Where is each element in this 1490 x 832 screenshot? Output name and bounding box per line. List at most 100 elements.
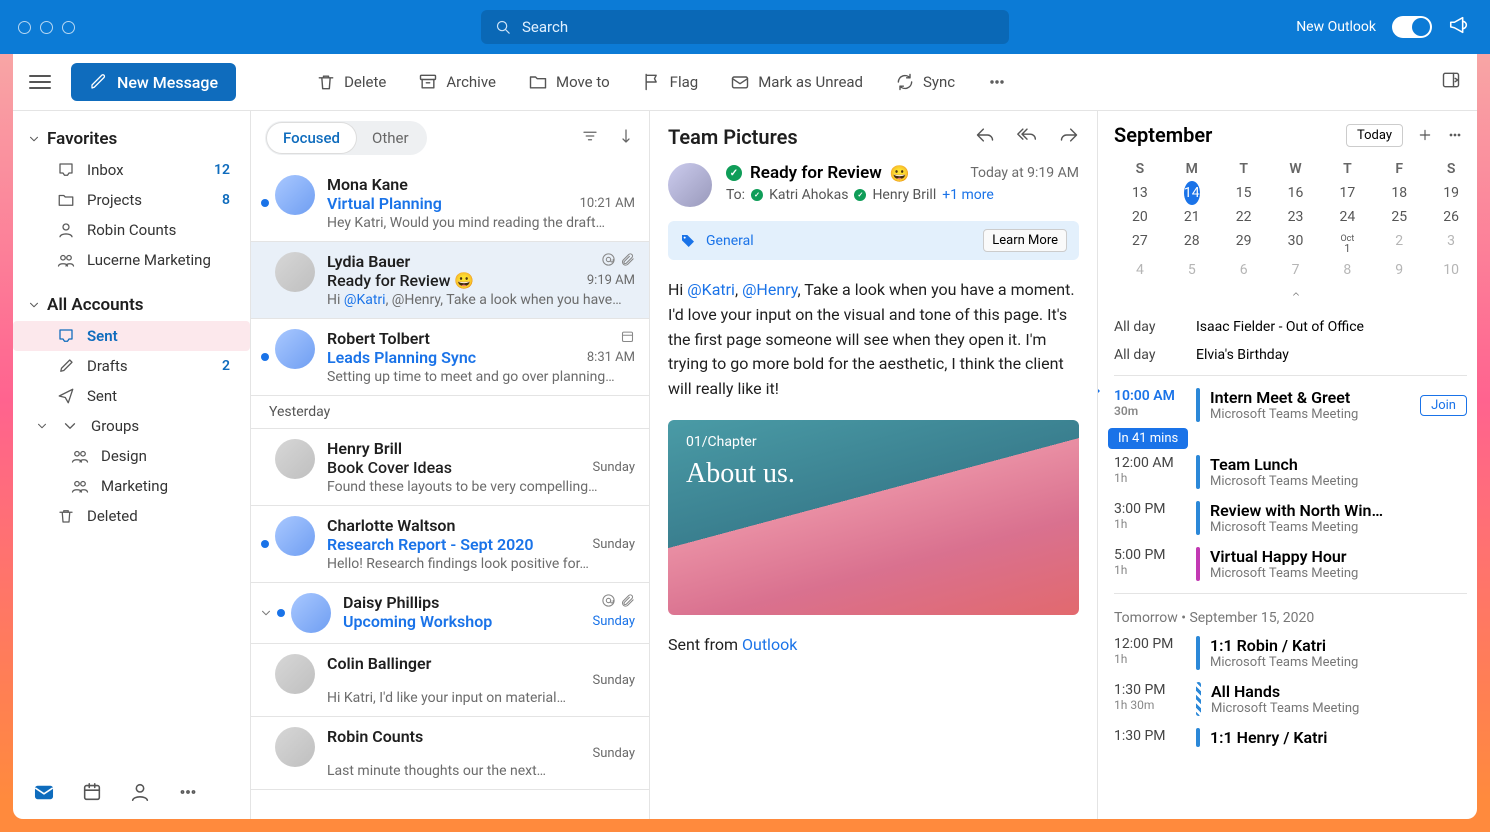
archive-button[interactable]: Archive (412, 71, 502, 93)
calendar-day[interactable]: 25 (1373, 205, 1425, 229)
calendar-day[interactable]: 18 (1373, 181, 1425, 205)
sort-icon[interactable] (617, 127, 635, 149)
search-input[interactable]: Search (481, 10, 1009, 44)
message-item[interactable]: Colin BallingerSundayHi Katri, I'd like … (251, 644, 649, 717)
sidebar-item-marketing[interactable]: Marketing (13, 471, 250, 501)
calendar-day[interactable]: 16 (1270, 181, 1322, 205)
calendar-day[interactable]: 23 (1270, 205, 1322, 229)
calendar-day[interactable]: 14 (1166, 181, 1218, 205)
new-outlook-toggle[interactable] (1392, 16, 1432, 38)
calendar-options-icon[interactable] (1447, 127, 1463, 143)
mention[interactable]: @Katri (687, 280, 735, 299)
calendar-day[interactable]: 27 (1114, 229, 1166, 258)
today-button[interactable]: Today (1346, 124, 1403, 147)
signature-link[interactable]: Outlook (742, 635, 797, 654)
people-nav-icon[interactable] (129, 781, 151, 807)
agenda-event[interactable]: 1:30 PM1:1 Henry / Katri (1114, 722, 1467, 753)
calendar-day[interactable]: 21 (1166, 205, 1218, 229)
window-controls[interactable] (18, 21, 75, 34)
tab-other[interactable]: Other (356, 123, 425, 153)
calendar-day[interactable]: 20 (1114, 205, 1166, 229)
move-to-button[interactable]: Move to (522, 71, 616, 93)
reply-icon[interactable] (975, 125, 995, 149)
calendar-day[interactable]: 3 (1425, 229, 1477, 258)
calendar-day[interactable]: 22 (1218, 205, 1270, 229)
allday-event[interactable]: All dayIsaac Fielder - Out of Office (1114, 313, 1467, 341)
sidebar-item-lucerne-marketing[interactable]: Lucerne Marketing (13, 245, 250, 275)
sidebar-item-groups[interactable]: Groups (13, 411, 250, 441)
calendar-day[interactable]: 30 (1270, 229, 1322, 258)
agenda-event[interactable]: 10:00 AM30mIntern Meet & GreetMicrosoft … (1114, 382, 1467, 428)
agenda-event[interactable]: 3:00 PM1hReview with North Win…Microsoft… (1114, 495, 1467, 541)
filter-icon[interactable] (581, 127, 599, 149)
month-grid[interactable]: SMTWTFS131415161718192021222324252627282… (1114, 157, 1477, 282)
sidebar-item-robin-counts[interactable]: Robin Counts (13, 215, 250, 245)
reply-all-icon[interactable] (1017, 125, 1037, 149)
mention[interactable]: @Henry (742, 280, 797, 299)
calendar-nav-icon[interactable] (81, 781, 103, 807)
sidebar-item-design[interactable]: Design (13, 441, 250, 471)
calendar-day[interactable]: 4 (1114, 258, 1166, 282)
sidebar-item-inbox[interactable]: Inbox12 (13, 155, 250, 185)
message-item[interactable]: Charlotte WaltsonResearch Report - Sept … (251, 506, 649, 583)
feedback-icon[interactable] (1448, 14, 1470, 40)
calendar-day[interactable]: 2 (1373, 229, 1425, 258)
delete-button[interactable]: Delete (310, 71, 392, 93)
calendar-day[interactable]: 8 (1321, 258, 1373, 282)
calendar-day[interactable]: 6 (1218, 258, 1270, 282)
new-message-button[interactable]: New Message (71, 63, 236, 101)
message-item[interactable]: Henry BrillBook Cover IdeasSundayFound t… (251, 429, 649, 506)
calendar-day[interactable]: Oct1 (1321, 229, 1373, 258)
calendar-day[interactable]: 26 (1425, 205, 1477, 229)
sidebar-item-drafts[interactable]: Drafts2 (13, 351, 250, 381)
recipient[interactable]: Henry Brill (872, 187, 936, 203)
calendar-day[interactable]: 29 (1218, 229, 1270, 258)
mail-nav-icon[interactable] (33, 781, 55, 807)
message-item[interactable]: Lydia BauerReady for Review 😀9:19 AMHi @… (251, 242, 649, 319)
tag-name[interactable]: General (706, 233, 754, 249)
message-item[interactable]: Robin CountsSundayLast minute thoughts o… (251, 717, 649, 790)
more-actions-button[interactable] (981, 71, 1013, 93)
forward-icon[interactable] (1059, 125, 1079, 149)
calendar-day[interactable]: 13 (1114, 181, 1166, 205)
calendar-day[interactable]: 5 (1166, 258, 1218, 282)
agenda-event[interactable]: 12:00 AM1hTeam LunchMicrosoft Teams Meet… (1114, 449, 1467, 495)
calendar-day[interactable]: 19 (1425, 181, 1477, 205)
calendar-day[interactable]: 10 (1425, 258, 1477, 282)
allday-event[interactable]: All dayElvia's Birthday (1114, 341, 1467, 369)
sidebar-item-deleted[interactable]: Deleted (13, 501, 250, 531)
sidebar-item-projects[interactable]: Projects8 (13, 185, 250, 215)
agenda-event[interactable]: 1:30 PM1h 30mAll HandsMicrosoft Teams Me… (1114, 676, 1467, 722)
more-nav-icon[interactable] (177, 781, 199, 807)
calendar-day[interactable]: 9 (1373, 258, 1425, 282)
calendar-day[interactable]: 15 (1218, 181, 1270, 205)
calendar-day[interactable]: 17 (1321, 181, 1373, 205)
agenda-event[interactable]: 5:00 PM1hVirtual Happy HourMicrosoft Tea… (1114, 541, 1467, 587)
tab-focused[interactable]: Focused (267, 123, 356, 153)
hamburger-menu[interactable] (29, 75, 51, 89)
category-bar: General Learn More (668, 221, 1079, 260)
sync-button[interactable]: Sync (889, 71, 961, 93)
sidebar-item-sent[interactable]: Sent (13, 321, 250, 351)
calendar-day[interactable]: 28 (1166, 229, 1218, 258)
flag-button[interactable]: Flag (636, 71, 705, 93)
message-item[interactable]: Robert TolbertLeads Planning Sync8:31 AM… (251, 319, 649, 396)
message-item[interactable]: Mona KaneVirtual Planning10:21 AMHey Kat… (251, 165, 649, 242)
collapse-grid-icon[interactable] (1114, 284, 1477, 303)
status-available-icon (726, 165, 742, 181)
add-event-icon[interactable] (1417, 127, 1433, 143)
calendar-day[interactable]: 24 (1321, 205, 1373, 229)
mark-unread-button[interactable]: Mark as Unread (724, 71, 869, 93)
panel-toggle-icon[interactable] (1441, 70, 1461, 94)
recipient[interactable]: Katri Ahokas (769, 187, 848, 203)
all-accounts-section[interactable]: All Accounts (13, 289, 250, 321)
sidebar-item-sent[interactable]: Sent (13, 381, 250, 411)
message-item[interactable]: Daisy PhillipsUpcoming WorkshopSunday (251, 583, 649, 644)
more-recipients[interactable]: +1 more (942, 187, 994, 203)
calendar-day[interactable]: 7 (1270, 258, 1322, 282)
learn-more-button[interactable]: Learn More (983, 229, 1067, 252)
favorites-section[interactable]: Favorites (13, 123, 250, 155)
attachment-image[interactable]: 01/Chapter About us. (668, 420, 1079, 615)
join-button[interactable]: Join (1420, 395, 1467, 416)
agenda-event[interactable]: 12:00 PM1h1:1 Robin / KatriMicrosoft Tea… (1114, 630, 1467, 676)
